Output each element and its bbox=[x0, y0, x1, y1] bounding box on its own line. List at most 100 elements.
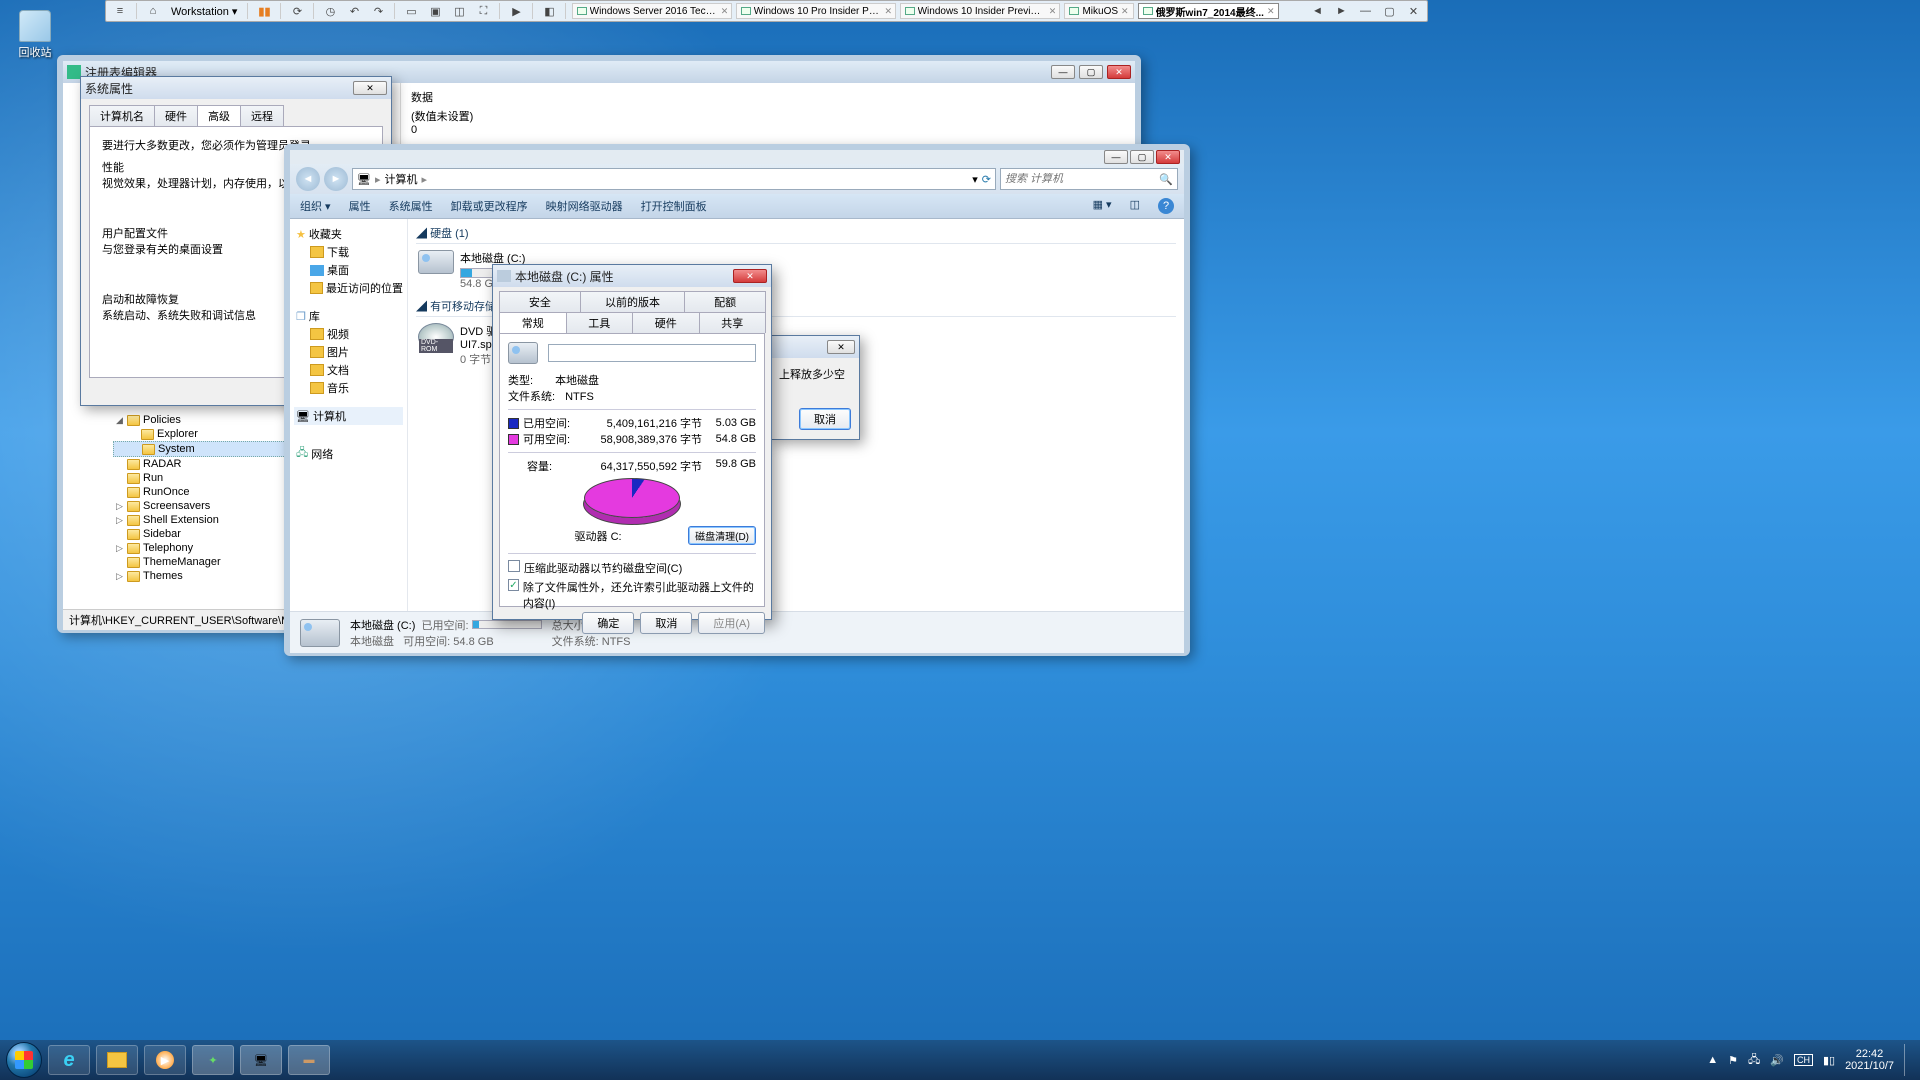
apply-button[interactable]: 应用(A) bbox=[698, 612, 765, 634]
snapshot-icon[interactable]: ⟳ bbox=[287, 3, 307, 19]
tab-hardware[interactable]: 硬件 bbox=[632, 312, 700, 333]
vm-tab-win10insider[interactable]: Windows 10 Insider Preview B...✕ bbox=[900, 3, 1060, 19]
taskbar-app-3[interactable]: ▬ bbox=[288, 1045, 330, 1075]
cancel-button[interactable]: 取消 bbox=[799, 408, 851, 430]
back-button[interactable]: ◄ bbox=[296, 167, 320, 191]
tab-hardware[interactable]: 硬件 bbox=[154, 105, 198, 126]
compress-checkbox-row[interactable]: 压缩此驱动器以节约磁盘空间(C) bbox=[508, 560, 756, 576]
vm-tab-win10pro[interactable]: Windows 10 Pro Insider Previ...✕ bbox=[736, 3, 896, 19]
maximize-button[interactable]: ▢ bbox=[1079, 65, 1103, 79]
host-maximize-icon[interactable]: ▢ bbox=[1379, 3, 1399, 19]
home-icon[interactable]: ⌂ bbox=[143, 3, 163, 19]
column-header[interactable]: 数据 bbox=[411, 89, 1125, 105]
breadcrumb[interactable]: 计算机 bbox=[385, 171, 418, 187]
minimize-button[interactable]: — bbox=[1104, 150, 1128, 164]
dropdown-icon[interactable]: ▾ bbox=[972, 173, 978, 186]
flag-icon[interactable]: ⚑ bbox=[1728, 1054, 1738, 1067]
forward-button[interactable]: ► bbox=[324, 167, 348, 191]
taskbar-app-1[interactable]: ✦ bbox=[192, 1045, 234, 1075]
close-button[interactable]: ✕ bbox=[1107, 65, 1131, 79]
tab-quota[interactable]: 配额 bbox=[684, 291, 766, 312]
volume-icon[interactable]: 🔊 bbox=[1770, 1054, 1784, 1067]
value-row[interactable]: (数值未设置) bbox=[411, 108, 1125, 124]
host-minimize-icon[interactable]: — bbox=[1355, 3, 1375, 19]
workstation-dropdown[interactable]: Workstation ▾ bbox=[167, 5, 241, 18]
expand-icon[interactable]: ▷ bbox=[115, 572, 124, 581]
close-button[interactable]: ✕ bbox=[1156, 150, 1180, 164]
index-checkbox-row[interactable]: ✓除了文件属性外，还允许索引此驱动器上文件的内容(I) bbox=[508, 579, 756, 611]
network-icon[interactable]: 🖧 bbox=[1748, 1051, 1760, 1070]
host-close-icon[interactable]: ✕ bbox=[1403, 3, 1423, 19]
view2-icon[interactable]: ▣ bbox=[425, 3, 445, 19]
vm-tab-win2016[interactable]: Windows Server 2016 Technic...✕ bbox=[572, 3, 732, 19]
lang-indicator[interactable]: CH bbox=[1794, 1054, 1813, 1066]
start-button[interactable] bbox=[6, 1042, 42, 1078]
expand-icon[interactable]: ▷ bbox=[115, 516, 124, 525]
tab-computer-name[interactable]: 计算机名 bbox=[89, 105, 155, 126]
view3-icon[interactable]: ◫ bbox=[449, 3, 469, 19]
tab-tools[interactable]: 工具 bbox=[566, 312, 634, 333]
cancel-button[interactable]: 取消 bbox=[640, 612, 692, 634]
tray-expand-icon[interactable]: ▲ bbox=[1707, 1054, 1718, 1066]
tab-remote[interactable]: 远程 bbox=[240, 105, 284, 126]
clock-date[interactable]: 2021/10/7 bbox=[1845, 1060, 1894, 1072]
taskbar-explorer[interactable] bbox=[96, 1045, 138, 1075]
checkbox-checked-icon[interactable]: ✓ bbox=[508, 579, 519, 591]
taskbar-app-2[interactable]: 🖥 bbox=[240, 1045, 282, 1075]
tab-previous-versions[interactable]: 以前的版本 bbox=[580, 291, 686, 312]
search-icon[interactable]: 🔍 bbox=[1159, 173, 1173, 186]
vm-tab-mikuos[interactable]: MikuOS✕ bbox=[1064, 3, 1133, 19]
ok-button[interactable]: 确定 bbox=[582, 612, 634, 634]
expand-icon[interactable]: ▷ bbox=[115, 502, 124, 511]
toolbar-organize[interactable]: 组织 ▾ bbox=[300, 198, 331, 214]
forward-icon[interactable]: ↷ bbox=[368, 3, 388, 19]
clock-icon[interactable]: ◷ bbox=[320, 3, 340, 19]
search-box[interactable]: 🔍 bbox=[1000, 168, 1178, 190]
toolbar-uninstall[interactable]: 卸载或更改程序 bbox=[451, 198, 528, 214]
taskbar-ie[interactable]: e bbox=[48, 1045, 90, 1075]
close-button[interactable]: ✕ bbox=[353, 81, 387, 95]
close-icon[interactable]: ✕ bbox=[1121, 6, 1129, 17]
nav-next-icon[interactable]: ► bbox=[1331, 3, 1351, 19]
view-options-icon[interactable]: ▦ ▾ bbox=[1093, 198, 1112, 214]
value-row[interactable]: 0 bbox=[411, 124, 1125, 136]
revert-icon[interactable]: ↶ bbox=[344, 3, 364, 19]
tab-sharing[interactable]: 共享 bbox=[699, 312, 767, 333]
refresh-icon[interactable]: ⟳ bbox=[982, 173, 991, 186]
minimize-button[interactable]: — bbox=[1051, 65, 1075, 79]
titlebar[interactable]: 系统属性 ✕ bbox=[81, 77, 391, 99]
close-button[interactable]: ✕ bbox=[827, 340, 855, 354]
preview-pane-icon[interactable]: ◫ bbox=[1130, 198, 1140, 214]
fullscreen-icon[interactable]: ⛶ bbox=[473, 3, 493, 19]
tab-security[interactable]: 安全 bbox=[499, 291, 581, 312]
titlebar[interactable]: 本地磁盘 (C:) 属性 ✕ bbox=[493, 265, 771, 287]
checkbox-unchecked-icon[interactable] bbox=[508, 560, 520, 572]
collapse-icon[interactable]: ◢ bbox=[115, 416, 124, 425]
clock-time[interactable]: 22:42 bbox=[1845, 1048, 1894, 1060]
toolbar-system-properties[interactable]: 系统属性 bbox=[389, 198, 433, 214]
close-icon[interactable]: ✕ bbox=[885, 6, 892, 17]
show-desktop-button[interactable] bbox=[1904, 1044, 1914, 1076]
toolbar-map-drive[interactable]: 映射网络驱动器 bbox=[546, 198, 623, 214]
taskbar-media-player[interactable]: ▶ bbox=[144, 1045, 186, 1075]
close-button[interactable]: ✕ bbox=[733, 269, 767, 283]
address-bar[interactable]: 🖥 ▸ 计算机 ▸ ▾⟳ bbox=[352, 168, 996, 190]
help-icon[interactable]: ? bbox=[1158, 198, 1174, 214]
expand-icon[interactable]: ▷ bbox=[115, 544, 124, 553]
recycle-bin[interactable]: 回收站 bbox=[10, 10, 60, 60]
toolbar-control-panel[interactable]: 打开控制面板 bbox=[641, 198, 707, 214]
tab-advanced[interactable]: 高级 bbox=[197, 105, 241, 126]
close-icon[interactable]: ✕ bbox=[1049, 6, 1056, 17]
system-tray[interactable]: ▲ ⚑ 🖧 🔊 CH ▮▯ 22:42 2021/10/7 bbox=[1707, 1044, 1914, 1076]
maximize-button[interactable]: ▢ bbox=[1130, 150, 1154, 164]
unity-icon[interactable]: ◧ bbox=[539, 3, 559, 19]
nav-pane[interactable]: ★收藏夹 下载 桌面 最近访问的位置 ❐库 视频 图片 文档 音乐 🖥计算机 🖧… bbox=[290, 219, 408, 611]
volume-label-input[interactable] bbox=[548, 344, 756, 362]
taskbar[interactable]: e ▶ ✦ 🖥 ▬ ▲ ⚑ 🖧 🔊 CH ▮▯ 22:42 2021/10/7 bbox=[0, 1040, 1920, 1080]
pause-icon[interactable]: ▮▮ bbox=[254, 3, 274, 19]
disk-cleanup-button[interactable]: 磁盘清理(D) bbox=[688, 526, 756, 545]
view1-icon[interactable]: ▭ bbox=[401, 3, 421, 19]
tab-general[interactable]: 常规 bbox=[499, 312, 567, 333]
close-icon[interactable]: ✕ bbox=[721, 6, 728, 17]
vm-tab-russian-win7[interactable]: 俄罗斯win7_2014最终...✕ bbox=[1138, 3, 1280, 19]
